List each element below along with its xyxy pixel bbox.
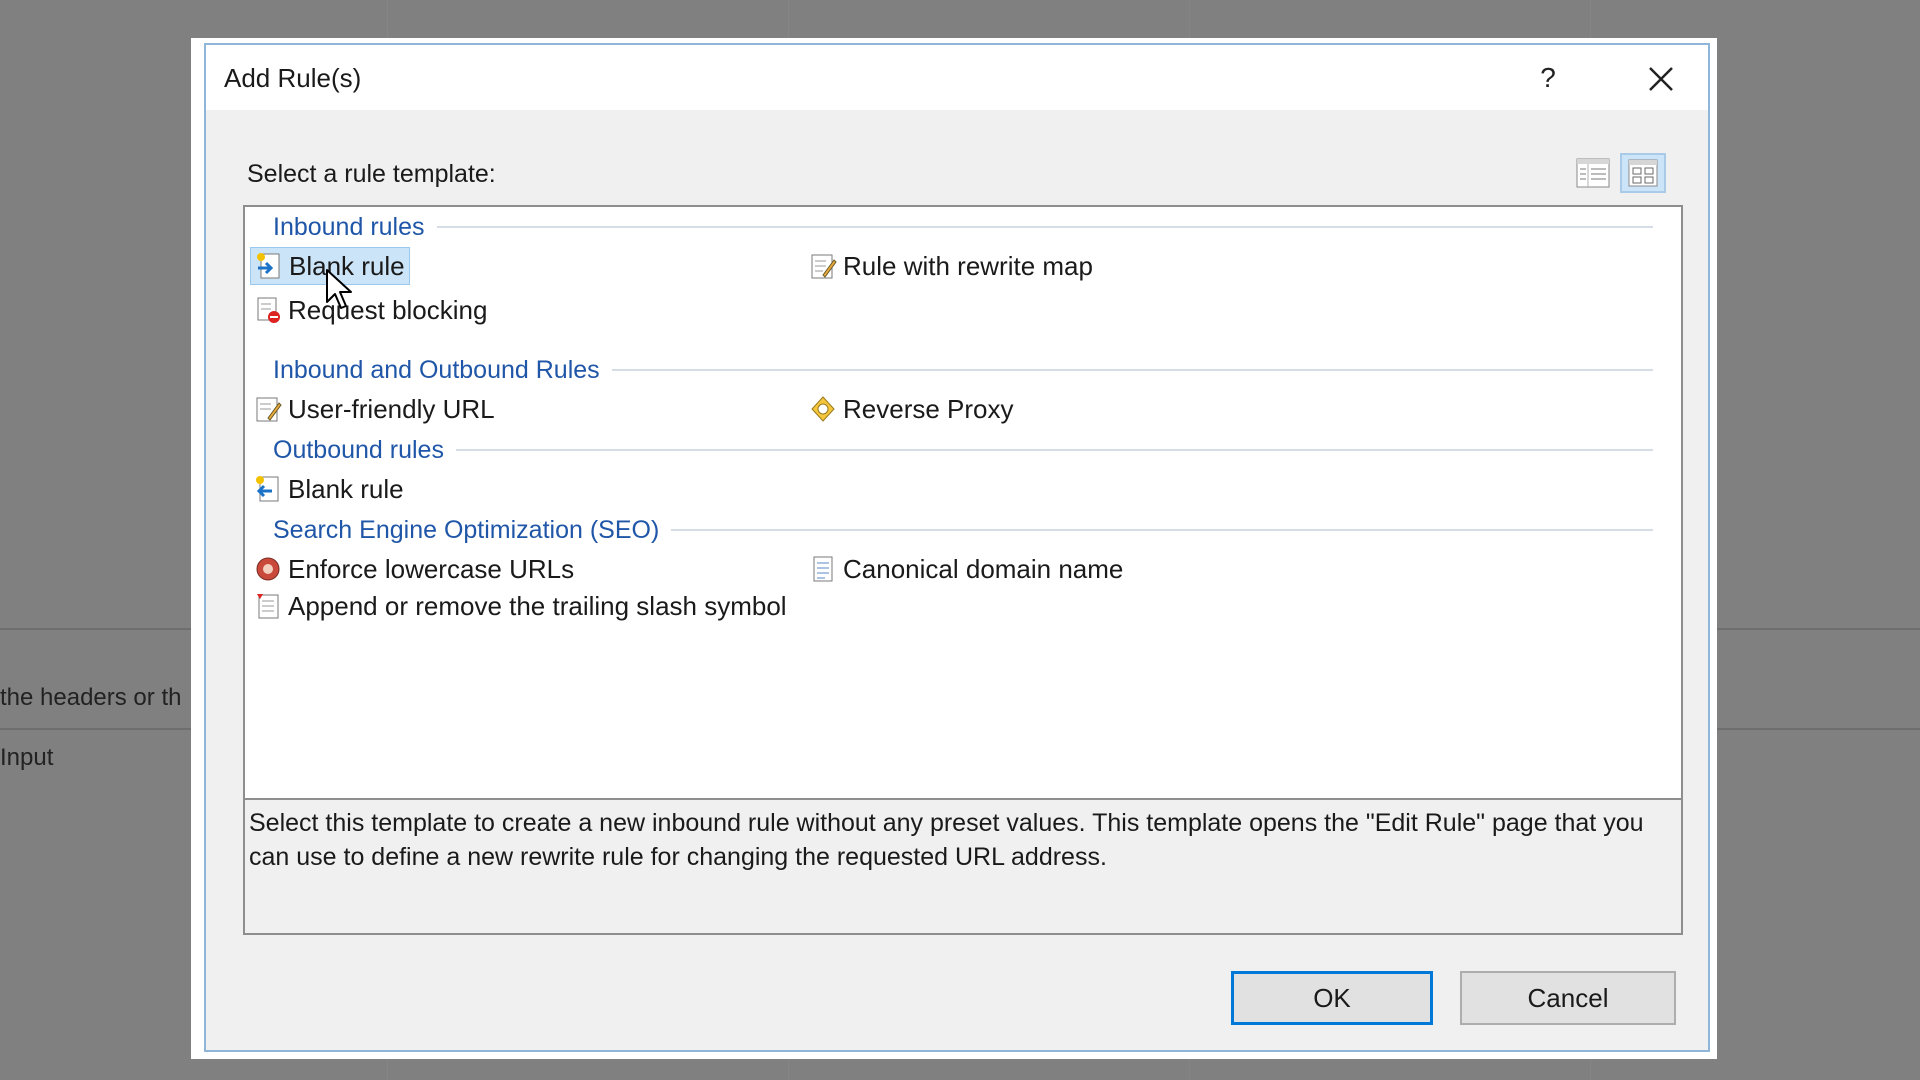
template-reverse-proxy[interactable]: Reverse Proxy <box>805 390 1018 428</box>
dialog-title: Add Rule(s) <box>224 63 362 93</box>
group-title: Inbound and Outbound Rules <box>273 355 600 384</box>
mouse-cursor-icon <box>326 269 352 309</box>
group-divider <box>455 449 1653 451</box>
template-user-friendly-url[interactable]: User-friendly URL <box>250 390 499 428</box>
template-trailing-slash[interactable]: Append or remove the trailing slash symb… <box>250 587 791 625</box>
template-description: Select this template to create a new inb… <box>243 800 1683 935</box>
add-rules-dialog: Add Rule(s) ? Select a rule template: In… <box>191 38 1717 1059</box>
outbound-rule-icon <box>256 476 279 502</box>
template-label: User-friendly URL <box>288 393 495 424</box>
details-view-icon <box>1576 158 1610 188</box>
reverse-proxy-icon <box>811 396 835 422</box>
group-header-inbound-outbound: Inbound and Outbound Rules <box>273 354 1653 386</box>
group-header-seo: Search Engine Optimization (SEO) <box>273 514 1653 546</box>
group-divider <box>436 226 1653 228</box>
ok-button[interactable]: OK <box>1231 971 1433 1025</box>
group-title: Inbound rules <box>273 212 425 241</box>
rule-template-list[interactable]: Inbound rules Blank rule Rule with rewri… <box>243 205 1683 800</box>
rewrite-map-icon <box>811 254 837 279</box>
template-canonical-domain-name[interactable]: Canonical domain name <box>805 550 1127 588</box>
large-icons-view-icon <box>1628 159 1658 187</box>
template-label: Blank rule <box>288 473 404 504</box>
lowercase-url-icon <box>256 557 280 581</box>
template-label: Request blocking <box>288 294 488 325</box>
group-divider <box>611 369 1653 371</box>
template-label: Canonical domain name <box>843 553 1124 584</box>
close-button[interactable] <box>1633 55 1688 100</box>
details-view-button[interactable] <box>1570 153 1616 193</box>
dialog-titlebar: Add Rule(s) ? <box>206 45 1708 110</box>
template-label: Rule with rewrite map <box>843 250 1093 281</box>
inbound-rule-icon <box>257 253 280 279</box>
template-label: Append or remove the trailing slash symb… <box>288 590 787 621</box>
close-icon <box>1648 67 1673 91</box>
group-title: Search Engine Optimization (SEO) <box>273 515 660 544</box>
template-request-blocking[interactable]: Request blocking <box>250 291 491 329</box>
template-prompt: Select a rule template: <box>247 160 496 188</box>
group-header-outbound: Outbound rules <box>273 434 1653 466</box>
group-title: Outbound rules <box>273 435 444 464</box>
template-rule-with-rewrite-map[interactable]: Rule with rewrite map <box>805 247 1097 285</box>
template-outbound-blank-rule[interactable]: Blank rule <box>250 470 408 508</box>
group-divider <box>671 529 1653 531</box>
group-header-inbound: Inbound rules <box>273 211 1653 243</box>
template-label: Reverse Proxy <box>843 393 1014 424</box>
cancel-button[interactable]: Cancel <box>1460 971 1676 1025</box>
background-text: the headers or th <box>0 684 182 711</box>
background-text: Input <box>0 744 54 771</box>
template-enforce-lowercase-urls[interactable]: Enforce lowercase URLs <box>250 550 578 588</box>
large-icons-view-button[interactable] <box>1620 153 1666 193</box>
template-label: Enforce lowercase URLs <box>288 553 575 584</box>
dialog-frame: Add Rule(s) ? Select a rule template: In… <box>204 43 1710 1052</box>
trailing-slash-icon <box>257 594 279 619</box>
help-button[interactable]: ? <box>1523 55 1573 100</box>
user-friendly-url-icon <box>256 397 282 422</box>
canonical-domain-icon <box>813 556 833 582</box>
request-blocking-icon <box>257 297 280 323</box>
